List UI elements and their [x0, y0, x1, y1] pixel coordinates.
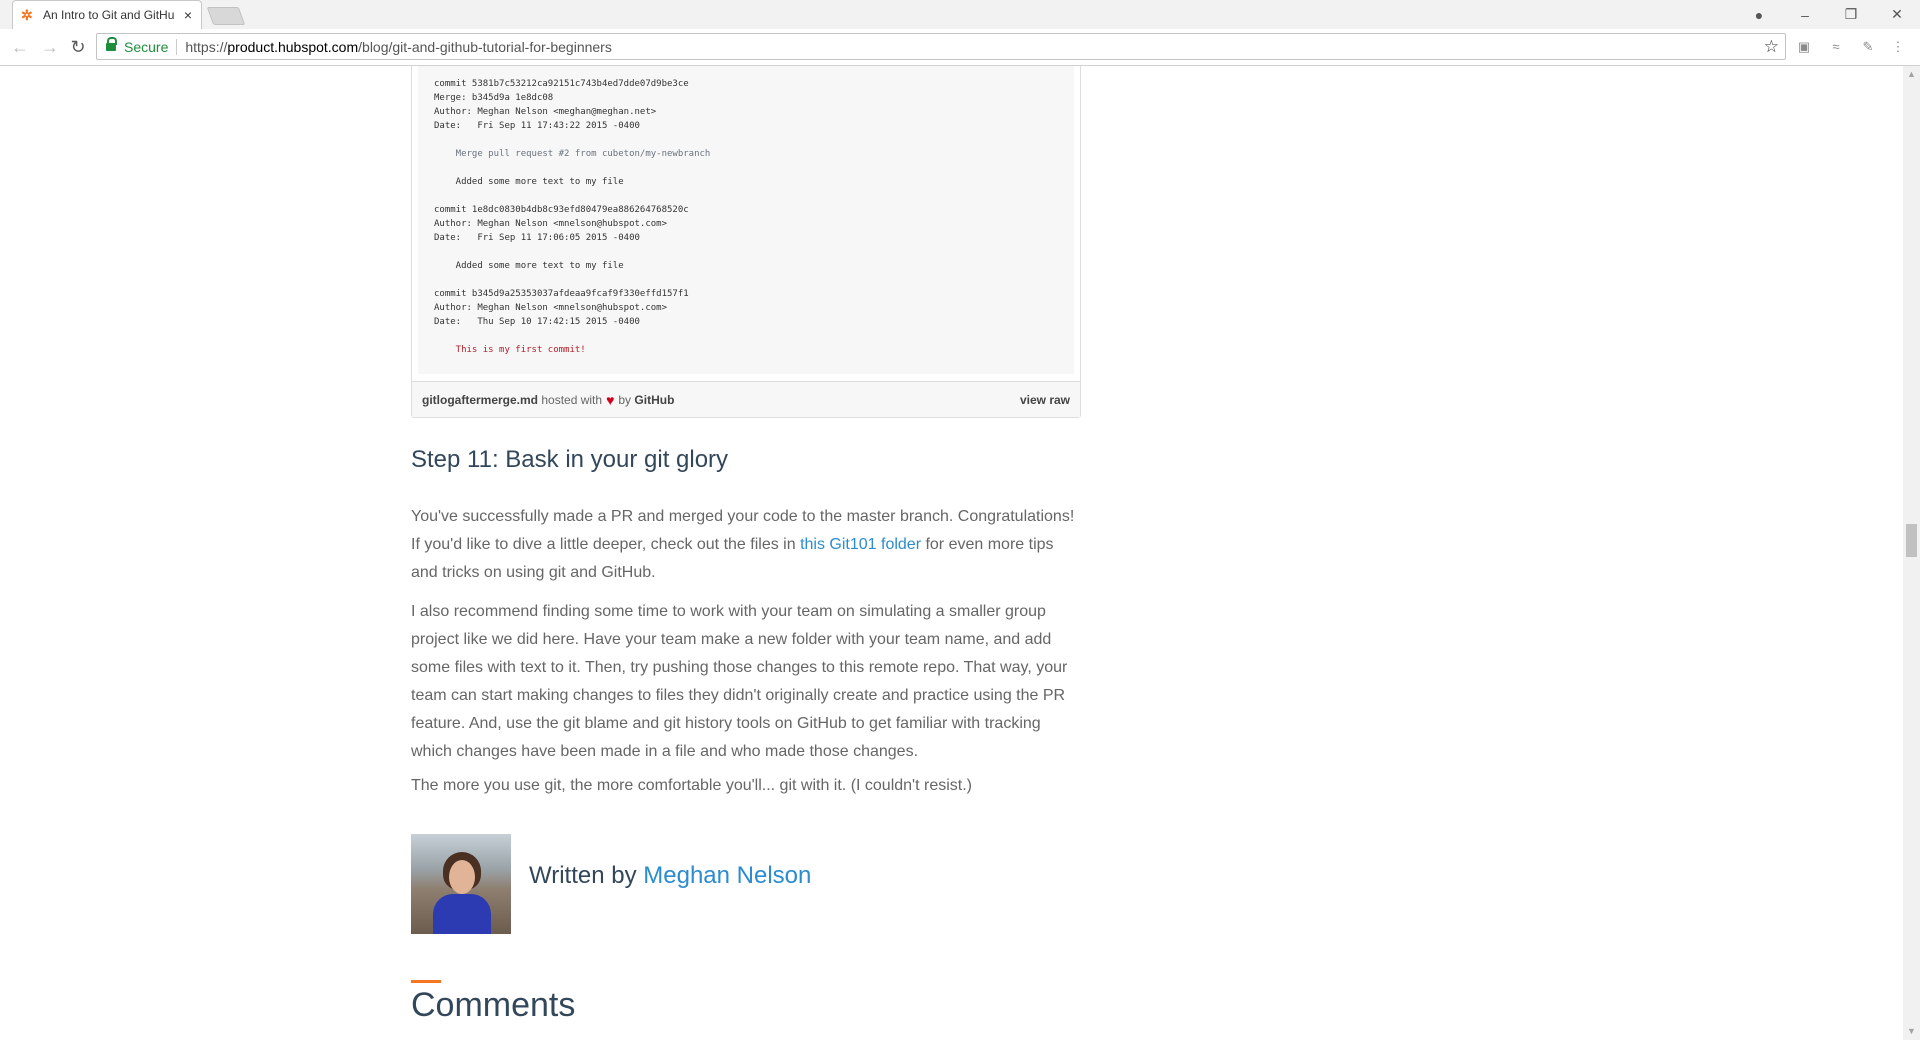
- author-name-link[interactable]: Meghan Nelson: [643, 862, 811, 889]
- web-page: commit 5381b7c53212ca92151c743b4ed7dde07…: [0, 66, 1903, 1040]
- close-window-button[interactable]: ✕: [1874, 0, 1920, 29]
- author-line: Author: Meghan Nelson <meghan@meghan.net…: [434, 107, 657, 117]
- written-by: Written by Meghan Nelson: [529, 862, 811, 890]
- paragraph-team-practice: I also recommend finding some time to wo…: [411, 603, 1068, 760]
- forward-button[interactable]: →: [40, 37, 60, 57]
- address-bar[interactable]: Secure https://product.hubspot.com/blog/…: [96, 33, 1786, 60]
- hubspot-favicon-icon: ✲: [21, 7, 33, 23]
- omnibox-divider: [176, 38, 178, 55]
- hosted-with-text: hosted with: [541, 392, 603, 407]
- scroll-thumb[interactable]: [1906, 524, 1917, 557]
- lock-icon: [106, 36, 117, 52]
- commit-message: Added some more text to my file: [434, 261, 624, 271]
- extension-rainbow-icon[interactable]: ≈: [1828, 39, 1844, 55]
- scroll-up-arrow-icon[interactable]: ▲: [1903, 66, 1920, 83]
- commit-hash-line: commit b345d9a25353037afdeaa9fcaf9f330ef…: [434, 289, 689, 299]
- url-text[interactable]: https://product.hubspot.com/blog/git-and…: [185, 39, 611, 55]
- merge-line: Merge: b345d9a 1e8dc08: [434, 93, 554, 103]
- date-line: Date: Fri Sep 11 17:43:22 2015 -0400: [434, 121, 640, 131]
- author-line: Author: Meghan Nelson <mnelson@hubspot.c…: [434, 219, 667, 229]
- browser-tab[interactable]: ✲ An Intro to Git and GitHu ×: [12, 0, 202, 29]
- paragraph-closing: The more you use git, the more comfortab…: [411, 777, 972, 794]
- account-icon[interactable]: ●: [1736, 0, 1782, 29]
- scroll-down-arrow-icon[interactable]: ▼: [1903, 1023, 1920, 1040]
- view-raw-link[interactable]: view raw: [1020, 393, 1070, 407]
- new-tab-button[interactable]: [206, 7, 246, 25]
- gist-code-block: commit 5381b7c53212ca92151c743b4ed7dde07…: [418, 66, 1074, 374]
- step-heading: Step 11: Bask in your git glory: [411, 446, 729, 473]
- commit-message: This is my first commit!: [434, 345, 586, 355]
- avatar-shirt: [433, 894, 491, 934]
- secure-label: Secure: [124, 38, 169, 55]
- extension-pdf-icon[interactable]: ▣: [1796, 39, 1812, 55]
- browser-menu-icon[interactable]: ⋮: [1890, 39, 1906, 55]
- gist-embed: commit 5381b7c53212ca92151c743b4ed7dde07…: [411, 66, 1081, 418]
- reload-button[interactable]: ↻: [68, 37, 88, 57]
- extension-edit-icon[interactable]: ✎: [1860, 39, 1876, 55]
- url-scheme: https://: [185, 38, 228, 55]
- commit-hash-line: commit 5381b7c53212ca92151c743b4ed7dde07…: [434, 79, 689, 89]
- restore-button[interactable]: ❐: [1828, 0, 1874, 29]
- back-button[interactable]: ←: [10, 37, 30, 57]
- tab-title: An Intro to Git and GitHu: [43, 8, 175, 22]
- commit-message: Added some more text to my file: [434, 177, 624, 187]
- commit-message: Merge pull request #2 from cubeton/my-ne…: [434, 149, 711, 159]
- url-path: /blog/git-and-github-tutorial-for-beginn…: [358, 38, 612, 55]
- tab-close-icon[interactable]: ×: [181, 7, 195, 23]
- minimize-button[interactable]: –: [1782, 0, 1828, 29]
- github-link[interactable]: GitHub: [634, 393, 674, 407]
- paragraph-congrats: You've successfully made a PR and merged…: [411, 503, 1081, 587]
- tab-strip: ✲ An Intro to Git and GitHu × ● – ❐ ✕: [0, 0, 1920, 29]
- commit-hash-line: commit 1e8dc0830b4db8c93efd80479ea886264…: [434, 205, 689, 215]
- gist-filename-link[interactable]: gitlogaftermerge.md: [422, 393, 538, 407]
- comments-heading: Comments: [411, 986, 576, 1024]
- page-scrollbar[interactable]: ▲ ▼: [1903, 66, 1920, 1040]
- git101-folder-link[interactable]: this Git101 folder: [800, 536, 921, 553]
- heart-icon: ♥: [606, 391, 615, 408]
- avatar-face: [449, 860, 475, 894]
- author-line: Author: Meghan Nelson <mnelson@hubspot.c…: [434, 303, 667, 313]
- author-block: Written by Meghan Nelson: [411, 834, 1081, 934]
- gist-code-text: commit 5381b7c53212ca92151c743b4ed7dde07…: [418, 66, 1074, 357]
- by-text: by: [618, 392, 632, 407]
- date-line: Date: Fri Sep 11 17:06:05 2015 -0400: [434, 233, 640, 243]
- browser-toolbar: ← → ↻ Secure https://product.hubspot.com…: [0, 29, 1920, 66]
- date-line: Date: Thu Sep 10 17:42:15 2015 -0400: [434, 317, 640, 327]
- gist-footer: gitlogaftermerge.md hosted with ♥ by Git…: [412, 381, 1080, 417]
- bookmark-star-icon[interactable]: ☆: [1764, 37, 1779, 57]
- url-host: product.hubspot.com: [227, 38, 359, 55]
- comments-accent-bar: [411, 980, 441, 983]
- written-by-label: Written by: [529, 862, 644, 889]
- author-avatar[interactable]: [411, 834, 511, 934]
